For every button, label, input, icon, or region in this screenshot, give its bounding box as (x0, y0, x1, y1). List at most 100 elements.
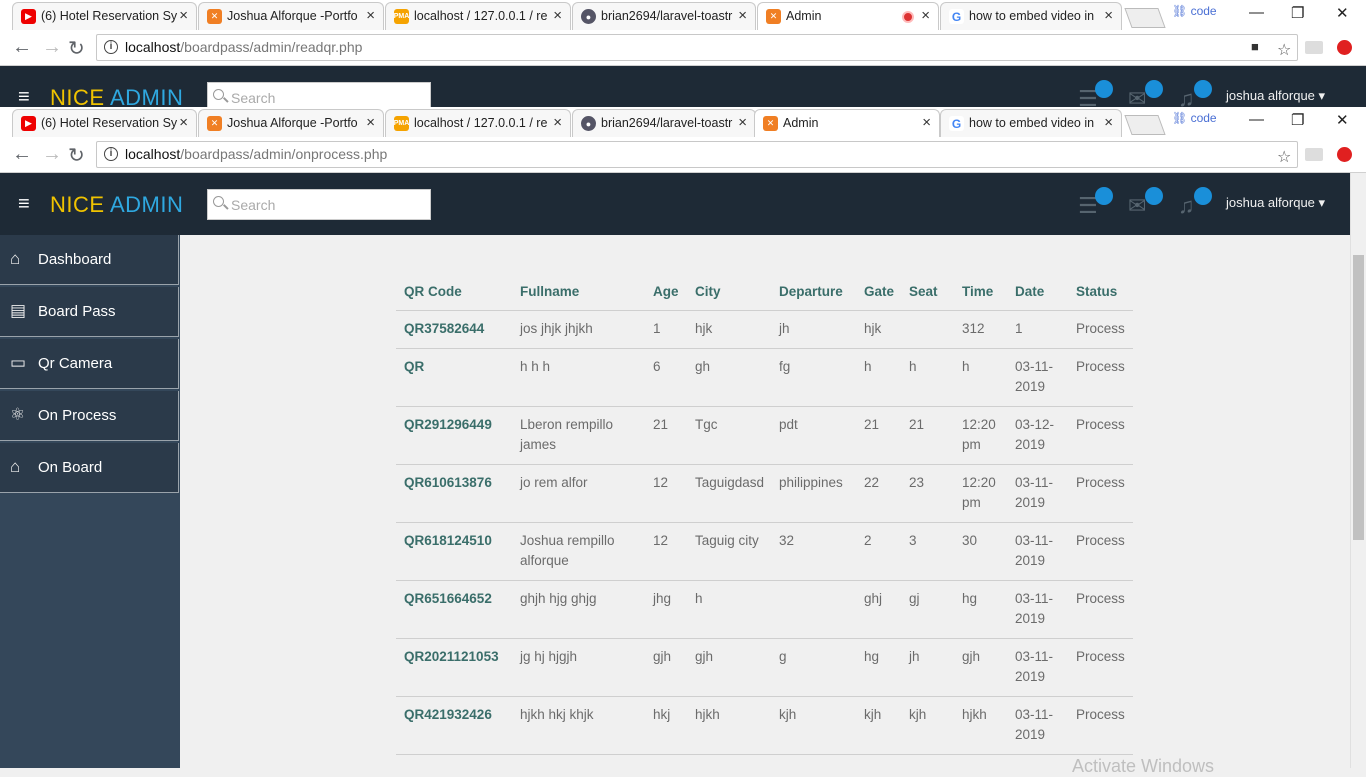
cell-status: Process (1076, 475, 1125, 490)
sidebar-item-on-process[interactable]: ⚛ On Process (0, 391, 179, 441)
search-input[interactable]: Search (207, 82, 431, 107)
extension-icon[interactable] (1305, 41, 1323, 54)
close-icon[interactable]: × (366, 114, 375, 131)
search-icon (213, 196, 224, 207)
mail-icon[interactable]: ✉ (1128, 193, 1146, 219)
close-icon[interactable]: × (738, 114, 747, 131)
menu-icon[interactable]: ≡ (18, 86, 30, 107)
back-arrow-icon[interactable]: ← (12, 143, 32, 166)
cell-qr-code[interactable]: QR2021121053 (404, 647, 499, 667)
cell-qr-code[interactable]: QR610613876 (404, 473, 492, 493)
bell-icon[interactable]: ♫ (1178, 86, 1195, 107)
info-icon[interactable]: i (104, 147, 118, 161)
table-row[interactable]: QR610613876 jo rem alfor 12 Taguigdasd phili… (396, 464, 1133, 522)
page-scrollbar[interactable] (1350, 173, 1366, 768)
back-tab-4[interactable]: ● brian2694/laravel-toastr × (572, 2, 756, 30)
close-icon[interactable]: × (1104, 7, 1113, 24)
cell-qr-code[interactable]: QR421932426 (404, 705, 492, 725)
search-input[interactable]: Search (207, 189, 431, 220)
cell-date: 03-12- 2019 (1015, 417, 1055, 452)
close-icon[interactable]: × (921, 7, 930, 24)
back-tab-3[interactable]: PMA localhost / 127.0.0.1 / re × (385, 2, 571, 30)
minimize-icon[interactable]: — (1249, 111, 1264, 128)
column-header-age: Age (653, 284, 679, 299)
tab-title: localhost / 127.0.0.1 / re (414, 116, 548, 130)
cell-qr-code[interactable]: QR (404, 357, 424, 377)
table-row[interactable]: QR37582644 jos jhjk jhjkh 1 hjk jh hjk 312 1 Pro… (396, 310, 1133, 348)
star-icon[interactable]: ☆ (1277, 147, 1291, 167)
tab-2[interactable]: ✕ Joshua Alforque -Portfo × (198, 109, 384, 137)
profile-button[interactable]: ⛓ code (1172, 4, 1217, 18)
extension-red-icon[interactable] (1337, 147, 1352, 162)
tab-admin-active[interactable]: ✕ Admin × (754, 109, 940, 137)
tab-4[interactable]: ● brian2694/laravel-toastr × (572, 109, 756, 137)
star-icon[interactable]: ☆ (1277, 40, 1291, 60)
close-icon[interactable]: × (179, 7, 188, 24)
cell-fullname: h h h (520, 359, 551, 374)
brand-admin: ADMIN (109, 85, 184, 107)
table-row[interactable]: QR h h h 6 gh fg h h h 03-11- 2019 Process (396, 348, 1133, 406)
tab-1[interactable]: ▶ (6) Hotel Reservation Sy × (12, 109, 197, 137)
table-row[interactable]: QR618124510 Joshua rempillo alforque 12 Tag… (396, 522, 1133, 580)
address-bar[interactable]: i localhost/boardpass/admin/readqr.php ■… (96, 34, 1298, 61)
reload-icon[interactable]: ↻ (68, 36, 85, 61)
close-window-icon[interactable]: ✕ (1336, 111, 1349, 129)
close-icon[interactable]: × (366, 7, 375, 24)
table-row[interactable]: QR2021121053 jg hj hjgjh gjh gjh g hg jh gjh 03-… (396, 638, 1133, 696)
sidebar-item-label: On Board (38, 459, 103, 476)
close-icon[interactable]: × (553, 114, 562, 131)
extension-red-icon[interactable] (1337, 40, 1352, 55)
restore-icon[interactable]: ❐ (1291, 111, 1304, 129)
sidebar-item-on-board[interactable]: ⌂ On Board (0, 443, 179, 493)
user-menu[interactable]: joshua alforque ▾ (1226, 88, 1325, 104)
forward-arrow-icon[interactable]: → (42, 143, 62, 166)
address-bar[interactable]: i localhost/boardpass/admin/onprocess.ph… (96, 141, 1298, 168)
cell-qr-code[interactable]: QR618124510 (404, 531, 492, 551)
back-arrow-icon[interactable]: ← (12, 36, 32, 59)
minimize-icon[interactable]: — (1249, 4, 1264, 21)
close-icon[interactable]: × (1104, 114, 1113, 131)
tab-title: brian2694/laravel-toastr (601, 116, 733, 130)
sidebar-item-board-pass[interactable]: ▤ Board Pass (0, 287, 179, 337)
back-tab-5[interactable]: ✕ Admin × (757, 2, 939, 30)
tab-3[interactable]: PMA localhost / 127.0.0.1 / re × (385, 109, 571, 137)
new-tab-button[interactable] (1124, 115, 1166, 135)
brand-logo[interactable]: NICE ADMIN (50, 192, 183, 218)
table-row[interactable]: QR421932426 hjkh hkj khjk hkj hjkh kjh kjh kjh… (396, 696, 1133, 754)
back-tab-2[interactable]: ✕ Joshua Alforque -Portfo × (198, 2, 384, 30)
cell-status: Process (1076, 417, 1125, 432)
back-tab-1[interactable]: ▶ (6) Hotel Reservation Sy × (12, 2, 197, 30)
url-path: /boardpass/admin/onprocess.php (180, 146, 388, 162)
close-icon[interactable]: × (738, 7, 747, 24)
cell-qr-code[interactable]: QR651664652 (404, 589, 492, 609)
profile-button[interactable]: ⛓ code (1172, 111, 1217, 125)
table-row[interactable]: QR291296449 Lberon rempillo james 21 Tgc pdt… (396, 406, 1133, 464)
tab-6[interactable]: G how to embed video in × (940, 109, 1122, 137)
reload-icon[interactable]: ↻ (68, 143, 85, 168)
brand-logo[interactable]: NICE ADMIN (50, 85, 183, 107)
mail-icon[interactable]: ✉ (1128, 86, 1146, 107)
cell-seat: h (909, 359, 917, 374)
user-menu[interactable]: joshua alforque ▾ (1226, 195, 1325, 211)
sidebar-item-dashboard[interactable]: ⌂ Dashboard (0, 235, 179, 285)
cell-qr-code[interactable]: QR291296449 (404, 415, 492, 435)
table-row[interactable]: QR651664652 ghjh hjg ghjg jhg h ghj gj hg 03-11… (396, 580, 1133, 638)
sidebar-item-qr-camera[interactable]: ▭ Qr Camera (0, 339, 179, 389)
cell-qr-code[interactable]: QR37582644 (404, 319, 484, 339)
profile-icon: ⛓ (1172, 4, 1188, 18)
close-icon[interactable]: × (553, 7, 562, 24)
scrollbar-thumb[interactable] (1353, 255, 1364, 540)
bell-icon[interactable]: ♫ (1178, 193, 1195, 219)
camera-icon[interactable]: ■ (1251, 39, 1259, 54)
restore-icon[interactable]: ❐ (1291, 4, 1304, 22)
info-icon[interactable]: i (104, 40, 118, 54)
new-tab-button[interactable] (1124, 8, 1166, 28)
close-window-icon[interactable]: ✕ (1336, 4, 1349, 22)
close-icon[interactable]: × (179, 114, 188, 131)
close-icon[interactable]: × (922, 114, 931, 131)
forward-arrow-icon[interactable]: → (42, 36, 62, 59)
back-tab-6[interactable]: G how to embed video in × (940, 2, 1122, 30)
menu-icon[interactable]: ≡ (18, 193, 30, 216)
tab-title: (6) Hotel Reservation Sy (41, 116, 178, 130)
extension-icon[interactable] (1305, 148, 1323, 161)
